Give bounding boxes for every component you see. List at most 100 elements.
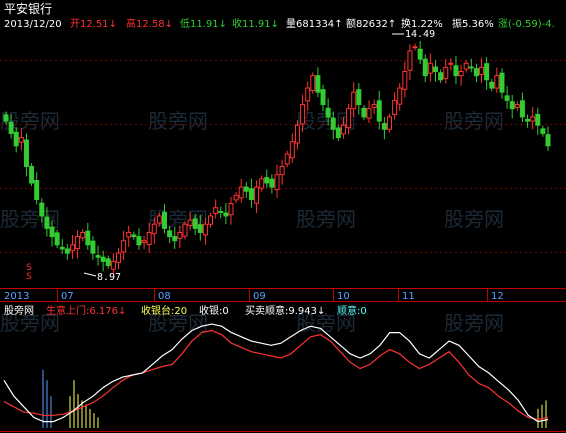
candle-body[interactable] (172, 236, 178, 242)
candle-body[interactable] (8, 121, 14, 134)
candle-body[interactable] (325, 107, 331, 118)
candle-body[interactable] (259, 178, 265, 189)
indicator-panel[interactable] (3, 323, 549, 428)
candle-body[interactable] (110, 260, 116, 270)
candle-body[interactable] (248, 188, 254, 200)
candle-body[interactable] (330, 117, 336, 130)
candle-body[interactable] (105, 258, 111, 266)
candle-body[interactable] (320, 89, 326, 106)
candle-body[interactable] (417, 48, 423, 60)
candle-body[interactable] (371, 104, 377, 108)
candle-body[interactable] (315, 75, 321, 93)
candle-body[interactable] (509, 101, 515, 110)
candle-body[interactable] (208, 215, 214, 225)
candle-body[interactable] (13, 131, 19, 147)
candle-body[interactable] (151, 223, 157, 235)
candle-body[interactable] (126, 231, 132, 238)
candle-body[interactable] (279, 165, 285, 176)
candle-body[interactable] (525, 118, 531, 122)
candle-body[interactable] (397, 87, 403, 105)
candle-body[interactable] (90, 240, 96, 254)
candle-body[interactable] (29, 165, 35, 184)
candle-body[interactable] (85, 230, 91, 246)
candle-body[interactable] (463, 62, 469, 70)
candle-body[interactable] (269, 178, 275, 188)
candle-body[interactable] (458, 71, 464, 77)
candle-body[interactable] (346, 108, 352, 129)
candle-body[interactable] (3, 114, 9, 122)
candle-body[interactable] (519, 100, 525, 118)
candle-body[interactable] (494, 75, 500, 89)
candle-body[interactable] (535, 113, 541, 126)
candle-body[interactable] (402, 71, 408, 90)
candle-body[interactable] (187, 219, 193, 226)
candle-body[interactable] (274, 174, 280, 191)
candle-body[interactable] (289, 141, 295, 159)
candle-body[interactable] (233, 194, 239, 201)
candle-body[interactable] (284, 153, 290, 165)
candle-body[interactable] (504, 95, 510, 101)
candle-body[interactable] (167, 230, 173, 238)
candle-body[interactable] (453, 65, 459, 77)
candle-body[interactable] (361, 107, 367, 118)
candle-body[interactable] (131, 234, 137, 238)
candle-body[interactable] (39, 202, 45, 217)
candle-body[interactable] (64, 248, 70, 254)
candle-body[interactable] (162, 211, 168, 229)
candle-body[interactable] (59, 246, 65, 250)
candle-body[interactable] (213, 207, 219, 214)
candle-body[interactable] (438, 72, 444, 81)
candle-body[interactable] (54, 232, 60, 246)
candle-body[interactable] (479, 66, 485, 75)
candle-body[interactable] (356, 89, 362, 106)
candle-body[interactable] (156, 215, 162, 224)
candle-body[interactable] (489, 81, 495, 89)
candle-body[interactable] (182, 223, 188, 237)
candle-body[interactable] (540, 128, 546, 134)
candle-body[interactable] (18, 137, 24, 143)
candle-body[interactable] (75, 236, 81, 250)
candle-body[interactable] (44, 216, 50, 229)
candle-body[interactable] (376, 100, 382, 122)
candle-body[interactable] (141, 240, 147, 243)
candle-body[interactable] (484, 63, 490, 81)
candle-body[interactable] (545, 134, 551, 147)
candle-body[interactable] (351, 91, 357, 110)
candle-body[interactable] (305, 87, 311, 102)
candle-body[interactable] (254, 186, 260, 204)
candle-body[interactable] (407, 50, 413, 71)
candle-body[interactable] (80, 231, 86, 239)
candle-body[interactable] (443, 66, 449, 80)
candle-body[interactable] (34, 179, 40, 200)
candle-body[interactable] (514, 104, 520, 108)
candle-body[interactable] (177, 231, 183, 239)
candle-body[interactable] (433, 66, 439, 73)
candle-body[interactable] (23, 139, 29, 167)
candle-body[interactable] (197, 224, 203, 233)
candle-body[interactable] (366, 108, 372, 119)
candle-body[interactable] (340, 124, 346, 135)
candle-body[interactable] (121, 240, 127, 253)
candle-body[interactable] (300, 104, 306, 125)
candle-body[interactable] (243, 186, 249, 192)
candle-body[interactable] (499, 72, 505, 93)
candle-body[interactable] (294, 124, 300, 144)
candle-body[interactable] (192, 218, 198, 229)
candle-body[interactable] (228, 203, 234, 216)
candle-body[interactable] (69, 244, 75, 252)
candle-body[interactable] (223, 212, 229, 217)
candle-body[interactable] (422, 58, 428, 77)
candle-body[interactable] (310, 75, 316, 92)
candle-body[interactable] (238, 186, 244, 199)
candle-body[interactable] (100, 256, 106, 262)
candle-body[interactable] (146, 231, 152, 245)
candle-body[interactable] (473, 68, 479, 77)
candle-body[interactable] (136, 236, 142, 246)
candle-body[interactable] (448, 62, 454, 65)
candle-body[interactable] (392, 99, 398, 115)
candle-body[interactable] (95, 255, 101, 258)
candle-body[interactable] (335, 127, 341, 139)
candle-body[interactable] (264, 177, 270, 184)
candle-body[interactable] (530, 116, 536, 122)
candle-body[interactable] (381, 123, 387, 130)
